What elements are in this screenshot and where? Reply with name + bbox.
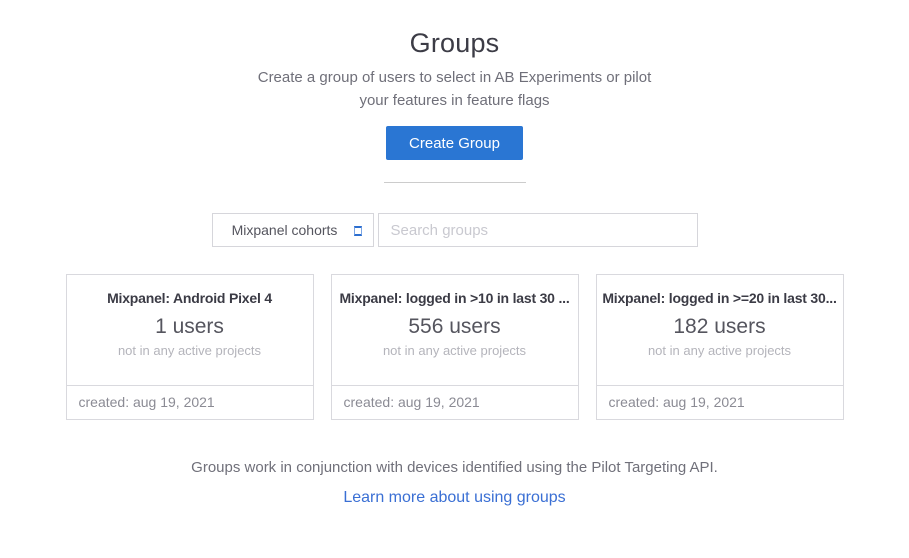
group-card-user-count: 556 users [332, 315, 578, 339]
filter-row: Mixpanel cohorts [212, 213, 698, 247]
group-card[interactable]: Mixpanel: logged in >=20 in last 30... 1… [596, 274, 844, 420]
cohort-source-dropdown[interactable]: Mixpanel cohorts [212, 213, 374, 247]
group-card[interactable]: Mixpanel: logged in >10 in last 30 ... 5… [331, 274, 579, 420]
group-card-title: Mixpanel: logged in >10 in last 30 ... [332, 290, 578, 306]
group-card-note: not in any active projects [597, 343, 843, 358]
header-divider [384, 182, 526, 183]
group-card-created: created: aug 19, 2021 [597, 385, 843, 419]
groups-help-text: Groups work in conjunction with devices … [0, 459, 909, 476]
search-groups-input[interactable] [378, 213, 698, 247]
group-card-body: Mixpanel: logged in >=20 in last 30... 1… [597, 275, 843, 385]
create-group-button[interactable]: Create Group [386, 126, 523, 160]
group-card-user-count: 182 users [597, 315, 843, 339]
page-subtitle: Create a group of users to select in AB … [255, 67, 655, 112]
group-card[interactable]: Mixpanel: Android Pixel 4 1 users not in… [66, 274, 314, 420]
group-card-user-count: 1 users [67, 315, 313, 339]
groups-card-list: Mixpanel: Android Pixel 4 1 users not in… [66, 274, 844, 420]
group-card-created: created: aug 19, 2021 [67, 385, 313, 419]
group-card-note: not in any active projects [67, 343, 313, 358]
group-card-body: Mixpanel: logged in >10 in last 30 ... 5… [332, 275, 578, 385]
group-card-title: Mixpanel: logged in >=20 in last 30... [597, 290, 843, 306]
dropdown-indicator-icon [354, 226, 362, 236]
group-card-body: Mixpanel: Android Pixel 4 1 users not in… [67, 275, 313, 385]
group-card-created: created: aug 19, 2021 [332, 385, 578, 419]
page-title: Groups [0, 28, 909, 59]
footer-link-container: Learn more about using groups [0, 489, 909, 507]
cohort-dropdown-value: Mixpanel cohorts [232, 222, 354, 238]
page-header: Groups Create a group of users to select… [0, 0, 909, 183]
group-card-title: Mixpanel: Android Pixel 4 [67, 290, 313, 306]
learn-more-link[interactable]: Learn more about using groups [343, 489, 565, 506]
group-card-note: not in any active projects [332, 343, 578, 358]
